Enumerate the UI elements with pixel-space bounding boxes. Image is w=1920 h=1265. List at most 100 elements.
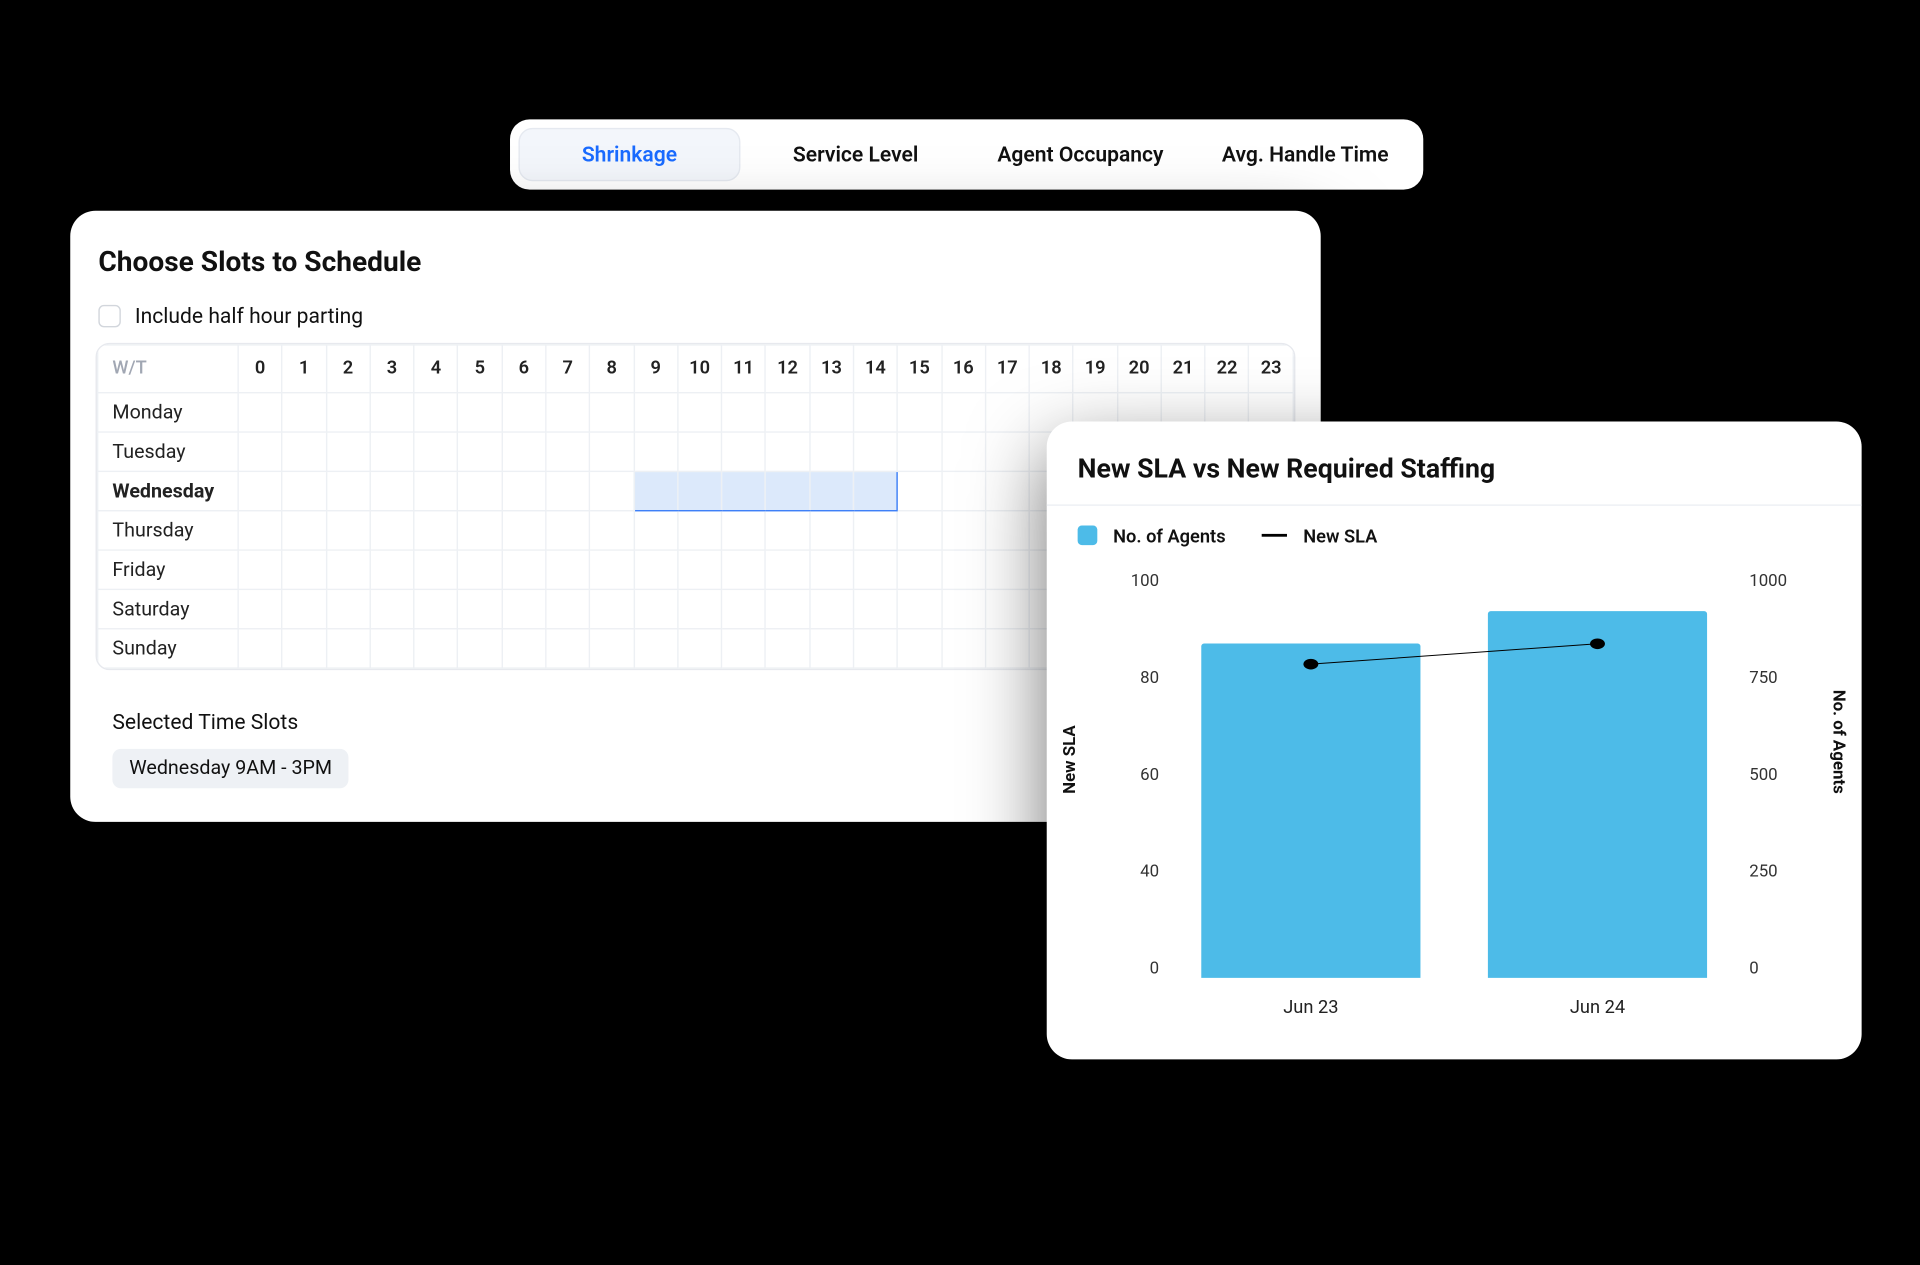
grid-slot[interactable] — [282, 550, 326, 589]
grid-slot[interactable] — [326, 629, 370, 668]
grid-slot[interactable] — [722, 432, 766, 471]
grid-slot[interactable] — [722, 550, 766, 589]
grid-slot[interactable] — [941, 589, 985, 628]
grid-slot[interactable] — [502, 629, 546, 668]
grid-slot[interactable] — [678, 432, 722, 471]
grid-slot[interactable] — [590, 550, 634, 589]
grid-slot[interactable] — [853, 629, 897, 668]
grid-slot[interactable] — [458, 511, 502, 550]
grid-slot[interactable] — [634, 629, 678, 668]
grid-slot[interactable] — [282, 471, 326, 510]
grid-slot[interactable] — [722, 511, 766, 550]
grid-slot[interactable] — [985, 471, 1029, 510]
grid-slot[interactable] — [458, 589, 502, 628]
grid-slot[interactable] — [766, 629, 810, 668]
grid-slot[interactable] — [414, 550, 458, 589]
grid-slot[interactable] — [897, 393, 941, 432]
grid-slot[interactable] — [985, 629, 1029, 668]
grid-slot[interactable] — [326, 589, 370, 628]
grid-slot[interactable] — [546, 589, 590, 628]
grid-slot[interactable] — [502, 393, 546, 432]
grid-slot[interactable] — [458, 471, 502, 510]
grid-slot[interactable] — [809, 432, 853, 471]
grid-slot[interactable] — [722, 471, 766, 510]
grid-slot[interactable] — [370, 511, 414, 550]
grid-slot[interactable] — [809, 550, 853, 589]
grid-slot[interactable] — [326, 471, 370, 510]
grid-slot[interactable] — [238, 589, 282, 628]
half-hour-checkbox[interactable] — [98, 305, 120, 327]
grid-slot[interactable] — [634, 471, 678, 510]
grid-slot[interactable] — [238, 511, 282, 550]
grid-slot[interactable] — [897, 629, 941, 668]
grid-slot[interactable] — [282, 393, 326, 432]
grid-slot[interactable] — [502, 432, 546, 471]
grid-slot[interactable] — [634, 511, 678, 550]
grid-slot[interactable] — [985, 432, 1029, 471]
grid-slot[interactable] — [282, 432, 326, 471]
grid-slot[interactable] — [897, 511, 941, 550]
grid-slot[interactable] — [326, 393, 370, 432]
grid-slot[interactable] — [414, 589, 458, 628]
grid-slot[interactable] — [238, 471, 282, 510]
grid-slot[interactable] — [634, 432, 678, 471]
grid-slot[interactable] — [678, 589, 722, 628]
grid-slot[interactable] — [414, 511, 458, 550]
grid-slot[interactable] — [326, 550, 370, 589]
grid-slot[interactable] — [985, 511, 1029, 550]
grid-slot[interactable] — [809, 393, 853, 432]
grid-slot[interactable] — [502, 511, 546, 550]
grid-slot[interactable] — [326, 511, 370, 550]
grid-slot[interactable] — [546, 471, 590, 510]
grid-slot[interactable] — [590, 471, 634, 510]
grid-slot[interactable] — [546, 393, 590, 432]
grid-slot[interactable] — [282, 511, 326, 550]
grid-slot[interactable] — [458, 432, 502, 471]
grid-slot[interactable] — [546, 432, 590, 471]
tab-shrinkage[interactable]: Shrinkage — [518, 128, 740, 181]
grid-slot[interactable] — [809, 629, 853, 668]
grid-slot[interactable] — [853, 393, 897, 432]
grid-slot[interactable] — [766, 589, 810, 628]
grid-slot[interactable] — [853, 550, 897, 589]
grid-slot[interactable] — [678, 393, 722, 432]
grid-slot[interactable] — [897, 589, 941, 628]
grid-slot[interactable] — [897, 471, 941, 510]
grid-slot[interactable] — [414, 432, 458, 471]
grid-slot[interactable] — [722, 393, 766, 432]
grid-slot[interactable] — [590, 589, 634, 628]
grid-slot[interactable] — [766, 511, 810, 550]
grid-slot[interactable] — [985, 550, 1029, 589]
grid-slot[interactable] — [546, 550, 590, 589]
grid-slot[interactable] — [370, 629, 414, 668]
grid-slot[interactable] — [414, 629, 458, 668]
grid-slot[interactable] — [590, 511, 634, 550]
grid-slot[interactable] — [853, 511, 897, 550]
tab-agent-occupancy[interactable]: Agent Occupancy — [971, 128, 1190, 181]
grid-slot[interactable] — [502, 550, 546, 589]
grid-slot[interactable] — [941, 629, 985, 668]
grid-slot[interactable] — [502, 589, 546, 628]
grid-slot[interactable] — [678, 550, 722, 589]
grid-slot[interactable] — [809, 589, 853, 628]
grid-slot[interactable] — [722, 629, 766, 668]
grid-slot[interactable] — [458, 393, 502, 432]
grid-slot[interactable] — [282, 589, 326, 628]
grid-slot[interactable] — [370, 550, 414, 589]
grid-slot[interactable] — [985, 393, 1029, 432]
grid-slot[interactable] — [809, 471, 853, 510]
grid-slot[interactable] — [370, 393, 414, 432]
grid-slot[interactable] — [326, 432, 370, 471]
grid-slot[interactable] — [766, 550, 810, 589]
grid-slot[interactable] — [941, 511, 985, 550]
grid-slot[interactable] — [546, 629, 590, 668]
grid-slot[interactable] — [941, 550, 985, 589]
grid-slot[interactable] — [941, 471, 985, 510]
grid-slot[interactable] — [282, 629, 326, 668]
grid-slot[interactable] — [634, 589, 678, 628]
grid-slot[interactable] — [853, 589, 897, 628]
grid-slot[interactable] — [897, 432, 941, 471]
grid-slot[interactable] — [766, 432, 810, 471]
grid-slot[interactable] — [766, 393, 810, 432]
grid-slot[interactable] — [458, 550, 502, 589]
